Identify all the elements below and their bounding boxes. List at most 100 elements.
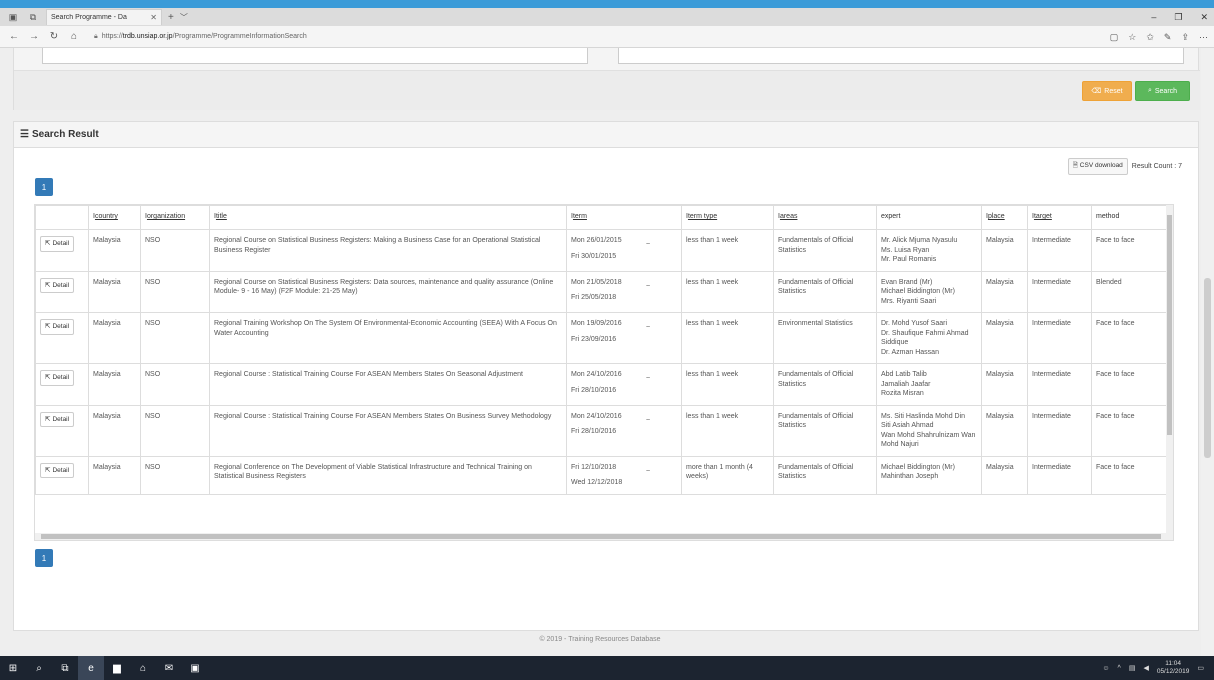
term-cell: Mon 26/01/2015 ~ Fri 30/01/2015 xyxy=(566,229,682,272)
people-icon[interactable]: ☺ xyxy=(1102,665,1109,672)
back-icon[interactable]: ← xyxy=(4,31,24,42)
filter-input-right[interactable] xyxy=(618,48,1184,64)
url-field[interactable]: 🔒︎ https://trdb.unsiap.or.jp/Programme/P… xyxy=(94,33,307,41)
column-label: term type xyxy=(687,213,718,220)
pen-icon[interactable]: ✎ xyxy=(1164,32,1172,43)
browser-tab[interactable]: Search Programme - Da ✕ xyxy=(46,9,162,25)
expert-cell: Evan Brand (Mr) Michael Biddington (Mr) Mr… xyxy=(876,270,982,313)
column-header-target[interactable]: Itarget xyxy=(1027,205,1092,230)
browser-toolbar: ▢ ☆ ✩ ✎ ⇪ ⋯ xyxy=(1110,26,1208,48)
reading-view-icon[interactable]: ▢ xyxy=(1110,32,1119,43)
maximize-icon[interactable]: ❐ xyxy=(1174,12,1182,23)
start-icon[interactable]: ⊞ xyxy=(0,656,26,680)
page-scrollbar[interactable] xyxy=(1201,48,1214,656)
powerpoint-icon[interactable]: ▣ xyxy=(182,656,208,680)
detail-button[interactable]: ⇱ Detail xyxy=(40,236,75,252)
expert-name: Mahinthan Joseph xyxy=(881,473,939,480)
table-row: ⇱ Detail Malaysia NSO Regional Course : Stat… xyxy=(35,404,1169,457)
column-header-title[interactable]: Ititle xyxy=(209,205,567,230)
column-header-term[interactable]: Iterm xyxy=(566,205,682,230)
search-icon[interactable]: ⌕ xyxy=(26,656,52,680)
notification-icon[interactable]: ▭ xyxy=(1197,664,1204,672)
column-header-term-type[interactable]: Iterm type xyxy=(681,205,774,230)
detail-button[interactable]: ⇱ Detail xyxy=(40,411,75,427)
table-hscroll-thumb[interactable] xyxy=(41,534,1161,539)
column-header-place[interactable]: Iplace xyxy=(981,205,1028,230)
favorites-icon[interactable]: ✩ xyxy=(1146,32,1154,43)
filter-input-left[interactable] xyxy=(42,48,588,64)
tray-chevron-icon[interactable]: ^ xyxy=(1118,665,1121,672)
method-cell: Blended xyxy=(1091,270,1169,313)
detail-button[interactable]: ⇱ Detail xyxy=(40,370,75,386)
csv-label: CSV download xyxy=(1079,162,1123,169)
url-path: /Programme/ProgrammeInformationSearch xyxy=(172,33,307,40)
column-header-expert: expert xyxy=(876,205,982,230)
page-scroll-thumb[interactable] xyxy=(1204,278,1211,458)
reset-button[interactable]: ⌫ Reset xyxy=(1082,81,1132,101)
title-cell: Regional Course : Statistical Training C… xyxy=(209,404,567,457)
csv-download-button[interactable]: 🗎︎ CSV download xyxy=(1067,158,1128,175)
detail-button[interactable]: ⇱ Detail xyxy=(40,277,75,293)
volume-icon[interactable]: ◀ xyxy=(1143,664,1148,672)
close-icon[interactable]: ✕ xyxy=(150,13,157,22)
task-view-icon[interactable]: ⧉ xyxy=(52,656,78,680)
pagination-page-1-top[interactable]: 1 xyxy=(35,178,53,196)
store-icon[interactable]: ⌂ xyxy=(130,656,156,680)
forward-icon[interactable]: → xyxy=(24,31,44,42)
column-label: expert xyxy=(881,213,901,220)
detail-label: Detail xyxy=(52,240,70,247)
results-table-container: Icountry Iorganization Ititle Iterm Iterm ty… xyxy=(34,204,1174,541)
table-horizontal-scrollbar[interactable] xyxy=(35,533,1168,540)
country-cell: Malaysia xyxy=(88,363,141,406)
column-header-areas[interactable]: Iareas xyxy=(773,205,877,230)
term-end: Fri 28/10/2016 xyxy=(571,386,617,394)
tab-actions-icon[interactable]: ▣ xyxy=(6,10,20,24)
column-header-organization[interactable]: Iorganization xyxy=(140,205,210,230)
column-label: target xyxy=(1033,213,1052,220)
organization-cell: NSO xyxy=(140,455,210,495)
title-cell: Regional Course on Statistical Business … xyxy=(209,270,567,313)
areas-cell: Fundamentals of Official Statistics xyxy=(773,363,877,406)
refresh-icon[interactable]: ↻ xyxy=(44,31,64,42)
term-cell: Mon 24/10/2016 ~ Fri 28/10/2016 xyxy=(566,363,682,406)
column-header-country[interactable]: Icountry xyxy=(88,205,141,230)
range-separator: ~ xyxy=(646,241,651,248)
term-type-cell: less than 1 week xyxy=(681,404,774,457)
system-tray: ☺ ^ ▤ ◀ 11:04 05/12/2019 ▭ xyxy=(1102,656,1204,680)
term-cell: Mon 19/09/2016 ~ Fri 23/09/2016 xyxy=(566,312,682,364)
target-cell: Intermediate xyxy=(1027,270,1092,313)
page-content: ⌫ Reset ⌕ Search ☰ Search Result 🗎︎ CSV … xyxy=(0,48,1214,656)
mail-icon[interactable]: ✉ xyxy=(156,656,182,680)
search-button[interactable]: ⌕ Search xyxy=(1135,81,1190,101)
expert-name: Rozita Misran xyxy=(881,390,924,397)
browser-tab-title: Search Programme - Da xyxy=(51,14,127,21)
table-vscroll-thumb[interactable] xyxy=(1167,215,1172,435)
row-actions-cell: ⇱ Detail xyxy=(35,312,89,364)
taskbar-clock[interactable]: 11:04 05/12/2019 xyxy=(1157,660,1190,676)
network-icon[interactable]: ▤ xyxy=(1129,664,1136,672)
minimize-icon[interactable]: – xyxy=(1151,12,1156,22)
pagination-page-1-bottom[interactable]: 1 xyxy=(35,549,53,567)
tab-preview-icon[interactable]: ⧉ xyxy=(26,10,40,24)
file-icon: 🗎︎ xyxy=(1072,162,1078,169)
expert-cell: Ms. Siti Haslinda Mohd Din Siti Asiah Ahm… xyxy=(876,404,982,457)
reset-label: Reset xyxy=(1104,87,1123,95)
more-icon[interactable]: ⋯ xyxy=(1199,32,1208,43)
table-header-row: Icountry Iorganization Ititle Iterm Iterm ty… xyxy=(35,205,1169,230)
detail-label: Detail xyxy=(52,466,70,474)
window-close-icon[interactable]: ✕ xyxy=(1200,12,1208,23)
term-start: Mon 24/10/2016 xyxy=(571,412,622,420)
favorite-star-icon[interactable]: ☆ xyxy=(1128,32,1136,43)
table-vertical-scrollbar[interactable] xyxy=(1166,205,1173,540)
chevron-down-icon[interactable]: ﹀ xyxy=(180,12,188,23)
file-explorer-icon[interactable]: ▆ xyxy=(104,656,130,680)
range-separator: ~ xyxy=(646,416,651,424)
new-tab-icon[interactable]: + xyxy=(168,12,174,23)
title-cell: Regional Course : Statistical Training C… xyxy=(209,363,567,406)
expert-name: Jamaliah Jaafar xyxy=(881,380,931,388)
edge-browser-icon[interactable]: e xyxy=(78,656,104,680)
home-icon[interactable]: ⌂ xyxy=(64,31,84,42)
detail-button[interactable]: ⇱ Detail xyxy=(40,319,75,335)
share-icon[interactable]: ⇪ xyxy=(1181,32,1189,43)
detail-button[interactable]: ⇱ Detail xyxy=(40,462,75,478)
